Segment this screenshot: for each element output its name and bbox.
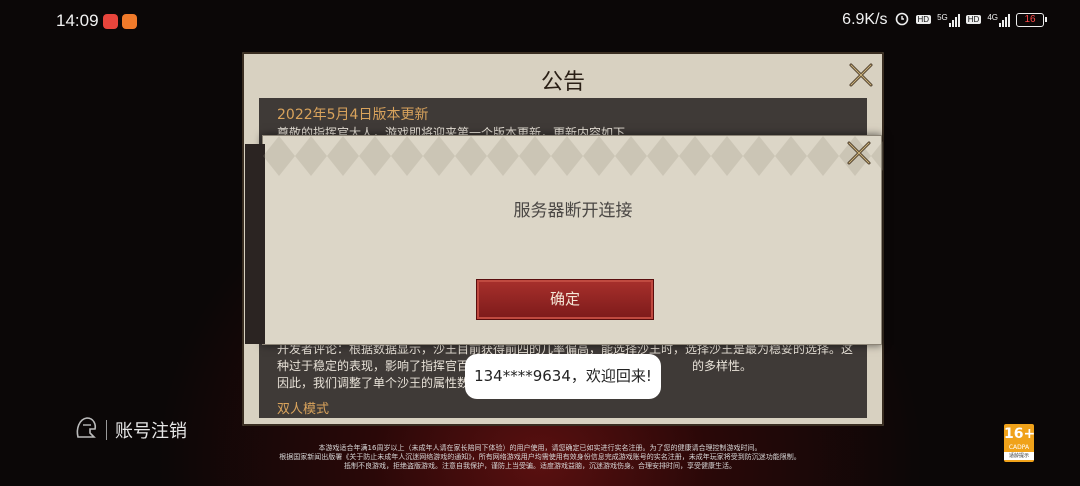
- welcome-toast: 134****9634，欢迎回来!: [465, 354, 661, 399]
- helmet-icon: [74, 415, 98, 446]
- section-heading: 双人模式: [277, 402, 330, 417]
- hd-icon-2: HD: [965, 15, 982, 24]
- age-rating-badge: 16+ CADPA 适龄提示: [1004, 424, 1036, 462]
- diamond-pattern: [263, 136, 883, 176]
- content-line: 的多样性。: [692, 359, 753, 373]
- content-line: 种过于稳定的表现，影响了指挥官百: [277, 359, 470, 373]
- disconnect-dialog: 服务器断开连接 确定: [245, 135, 883, 345]
- alarm-icon: [894, 10, 910, 29]
- app-notification-icon-2: [122, 14, 137, 29]
- age-rating: 16+: [1004, 426, 1036, 442]
- content-line: 因此，我们调整了单个沙王的属性数: [277, 376, 470, 390]
- dialog-message: 服务器断开连接: [513, 201, 633, 221]
- close-icon[interactable]: [846, 60, 876, 90]
- app-notification-icon: [103, 14, 118, 29]
- age-rating-caption: 适龄提示: [1004, 452, 1034, 460]
- battery-icon: 16: [1016, 12, 1047, 27]
- game-screen: 14:09 6.9K/s HD 5G HD 4G 16 公告 2022年5月4日…: [0, 0, 1080, 486]
- account-cancel-button[interactable]: 账号注销: [74, 415, 187, 446]
- dialog-decoration: [245, 144, 265, 344]
- health-notice-line: 本游戏适合年满16周岁以上（未成年人请在家长陪同下体验）的用户使用，请您确定已如…: [318, 444, 762, 452]
- age-rating-org: CADPA: [1008, 444, 1030, 451]
- account-cancel-label: 账号注销: [115, 421, 187, 442]
- confirm-button[interactable]: 确定: [476, 279, 654, 320]
- divider: [106, 420, 107, 440]
- clock: 14:09: [56, 11, 99, 30]
- net-speed: 6.9K/s: [842, 10, 888, 28]
- close-icon[interactable]: [845, 139, 873, 167]
- update-heading: 2022年5月4日版本更新: [277, 107, 429, 123]
- signal-5g-icon: 5G: [937, 13, 960, 27]
- hd-icon: HD: [915, 15, 932, 24]
- status-icons: 6.9K/s HD 5G HD 4G 16: [842, 10, 1047, 29]
- health-notice-line: 根据国家新闻出版署《关于防止未成年人沉迷网络游戏的通知》，所有网络游戏用户均需使…: [279, 453, 801, 461]
- announcement-title: 公告: [540, 70, 585, 95]
- signal-4g-icon: 4G: [987, 13, 1010, 27]
- status-bar: 14:09 6.9K/s HD 5G HD 4G 16: [0, 0, 1080, 44]
- health-notice-line: 抵制不良游戏，拒绝盗版游戏。注意自我保护，谨防上当受骗。适度游戏益脑，沉迷游戏伤…: [344, 462, 736, 470]
- health-notice: 本游戏适合年满16周岁以上（未成年人请在家长陪同下体验）的用户使用，请您确定已如…: [0, 444, 1080, 471]
